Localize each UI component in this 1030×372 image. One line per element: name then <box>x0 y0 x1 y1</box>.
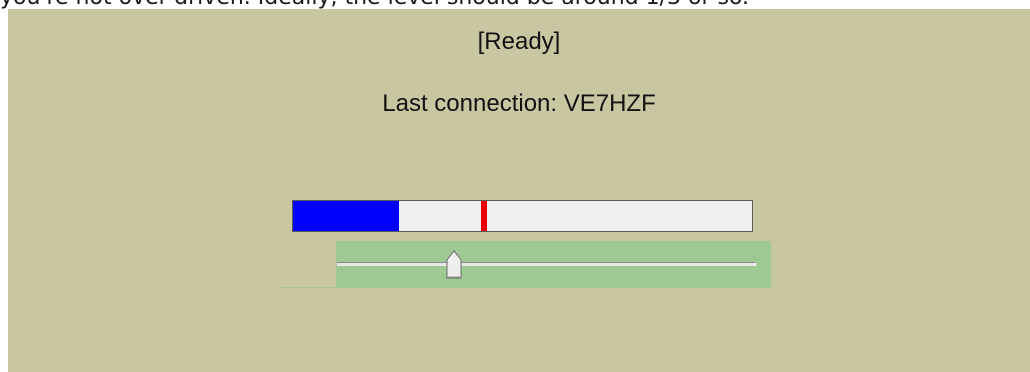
last-connection-text: Last connection: VE7HZF <box>382 90 656 117</box>
audio-level-meter <box>292 200 753 232</box>
slider-thumb[interactable] <box>446 249 462 279</box>
level-peak-marker <box>481 201 487 231</box>
drive-level-slider[interactable] <box>280 241 771 288</box>
slider-track[interactable] <box>337 262 756 266</box>
level-fill <box>293 201 399 231</box>
modem-panel: [Ready] Last connection: VE7HZF <box>8 9 1030 372</box>
slider-left-spacer <box>280 241 336 288</box>
status-text: [Ready] <box>477 28 561 55</box>
